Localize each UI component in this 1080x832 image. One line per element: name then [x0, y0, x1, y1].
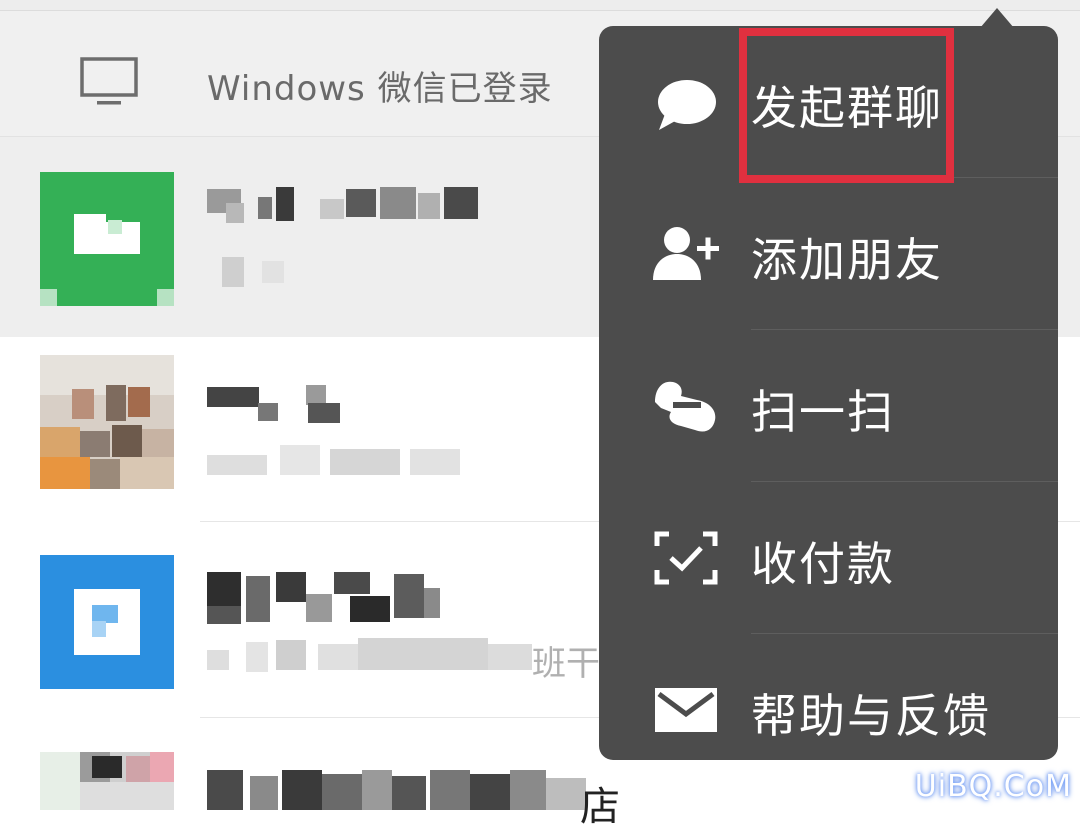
watermark-logo: UiBQ.CoM: [914, 769, 1072, 804]
menu-item-label: 添加朋友: [751, 233, 943, 287]
menu-item-label: 帮助与反馈: [751, 689, 991, 743]
monitor-icon: [80, 57, 138, 105]
mail-icon: [655, 688, 717, 732]
payment-icon: [654, 531, 718, 585]
menu-item-help-feedback[interactable]: 帮助与反馈: [599, 634, 1058, 786]
highlight-box: [739, 28, 954, 183]
menu-item-payment[interactable]: 收付款: [599, 482, 1058, 634]
menu-item-label: 扫一扫: [751, 385, 895, 439]
avatar: [40, 752, 174, 810]
top-strip: [0, 0, 1080, 11]
scan-icon: [655, 381, 716, 432]
avatar: [40, 555, 174, 689]
menu-item-add-friend[interactable]: 添加朋友: [599, 178, 1058, 330]
menu-item-scan[interactable]: 扫一扫: [599, 330, 1058, 482]
windows-login-text: Windows 微信已登录: [207, 69, 553, 109]
avatar: [40, 172, 174, 306]
menu-pointer: [980, 8, 1014, 28]
avatar: [40, 355, 174, 489]
add-friend-icon: [653, 227, 719, 280]
chat-snippet-text: 班干: [532, 644, 600, 684]
menu-item-label: 收付款: [751, 537, 895, 591]
chat-bubble-icon: [658, 80, 716, 130]
